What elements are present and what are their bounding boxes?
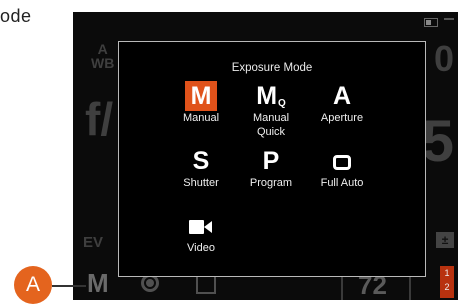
exposure-comp-icon: ± xyxy=(436,232,454,248)
wb-top: A xyxy=(97,41,108,57)
manual-glyph: M xyxy=(185,81,217,111)
callout-badge: A xyxy=(14,266,52,304)
mode-shutter[interactable]: S Shutter xyxy=(166,146,236,190)
white-balance-indicator: A WB xyxy=(91,42,114,70)
mode-label-program: Program xyxy=(249,177,293,189)
mode-label-manual: Manual xyxy=(182,112,220,124)
aperture-glyph: A xyxy=(332,82,352,110)
aperture-digit-icon: 5 xyxy=(421,109,454,174)
program-glyph: P xyxy=(262,147,280,175)
mode-program[interactable]: P Program xyxy=(236,146,306,190)
page-partial-text: ode xyxy=(0,6,32,26)
manual-quick-glyph: MQ xyxy=(236,81,306,111)
mode-full-auto[interactable]: Full Auto xyxy=(307,146,377,190)
shutter-digit-icon: 0 xyxy=(433,38,454,79)
battery-icon xyxy=(424,18,438,27)
rounded-square-icon xyxy=(333,154,351,170)
mode-label-full-auto: Full Auto xyxy=(320,177,364,189)
manual-quick-glyph-main: M xyxy=(256,82,278,110)
wb-bottom: WB xyxy=(91,55,115,71)
mode-letter-indicator: M xyxy=(87,268,109,298)
power-plug-icon xyxy=(444,18,454,20)
mode-label-video: Video xyxy=(187,242,215,254)
mode-label-shutter: Shutter xyxy=(183,177,219,189)
mode-video[interactable]: Video xyxy=(166,211,236,255)
ev-label: EV xyxy=(83,234,104,251)
mode-label-aperture: Aperture xyxy=(320,112,364,124)
mode-manual[interactable]: M Manual xyxy=(166,81,236,125)
aperture-prefix: f/ xyxy=(85,93,114,145)
mode-label-manual-quick-2: Quick xyxy=(256,126,286,138)
mode-manual-quick[interactable]: MQ Manual Quick xyxy=(236,81,306,139)
mode-aperture[interactable]: A Aperture xyxy=(307,81,377,125)
card-slot-indicator: 1 2 xyxy=(440,266,454,298)
mode-label-manual-quick: Manual xyxy=(252,112,290,124)
shutter-glyph: S xyxy=(192,147,210,175)
manual-quick-glyph-sub: Q xyxy=(278,98,286,109)
full-auto-glyph xyxy=(307,146,377,176)
dialog-title: Exposure Mode xyxy=(231,62,313,74)
focus-area-icon xyxy=(196,274,216,294)
video-camera-icon xyxy=(189,219,213,235)
exposure-mode-dialog: Exposure Mode M Manual MQ Manual Quick A… xyxy=(118,41,426,277)
callout-leader-line xyxy=(52,285,86,287)
card-slot-2: 2 xyxy=(444,282,450,292)
card-slot-1: 1 xyxy=(444,268,450,278)
video-glyph xyxy=(166,211,236,241)
